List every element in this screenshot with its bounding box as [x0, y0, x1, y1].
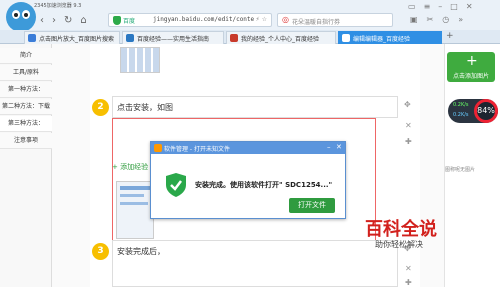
- preview-line: [120, 202, 148, 205]
- download-speed: 0.2K/s: [453, 112, 469, 118]
- maximize-icon[interactable]: □: [450, 2, 458, 11]
- search-input[interactable]: 花朵温暖自指行券: [292, 17, 340, 26]
- tab-label: 编辑编辑器_百度经验: [353, 36, 411, 43]
- dialog-minimize-icon[interactable]: –: [327, 143, 331, 151]
- memory-percent: 84%: [474, 99, 498, 123]
- delete-icon[interactable]: ✕: [405, 264, 412, 273]
- nav-item-method2[interactable]: 第二种方法：下载: [0, 99, 52, 115]
- step-image-preview[interactable]: [116, 181, 154, 239]
- nav-item-method3[interactable]: 第三种方法：: [0, 116, 52, 132]
- tool-icon-c[interactable]: ◷: [442, 15, 449, 24]
- tab-favicon: [342, 34, 350, 42]
- step-3-text[interactable]: 安装完成后，: [117, 246, 165, 257]
- tab-favicon: [28, 34, 36, 42]
- logo-eye-right: [22, 10, 30, 19]
- tab-favicon: [126, 34, 134, 42]
- speed-widget[interactable]: 0.2K/s 0.2K/s 84%: [448, 99, 498, 123]
- watermark-brand: 百科全说: [365, 219, 437, 240]
- app-title: 2345加速浏览器 9.3: [34, 3, 82, 9]
- search-box[interactable]: ◎ 花朵温暖自指行券: [277, 13, 393, 27]
- tab-strip: 点击图片放大_百度图片搜索 百度经验——实用生活指南 我的经验_个人中心_百度经…: [0, 30, 500, 44]
- tab-favicon: [230, 34, 238, 42]
- add-picture-label: 点击添加图片: [452, 73, 489, 80]
- page-margin-right: [420, 44, 444, 287]
- step-image-thumbnail[interactable]: [120, 47, 160, 73]
- new-tab-icon[interactable]: +: [446, 31, 454, 41]
- outline-nav: 简介 工具/原料 第一种方法： 第二种方法：下载 第三种方法： 注意事项: [0, 44, 52, 287]
- dialog-message: 安装完成。使用该软件打开" SDC1254...": [195, 181, 333, 189]
- software-manager-icon: [154, 144, 162, 152]
- success-shield-icon: [166, 173, 186, 197]
- home-icon[interactable]: ⌂: [80, 15, 86, 26]
- refresh-icon[interactable]: ↻: [64, 15, 72, 26]
- page-margin-left: [52, 44, 90, 287]
- add-picture-button[interactable]: + 点击添加图片: [447, 52, 495, 82]
- move-icon[interactable]: ✥: [404, 100, 411, 109]
- tab-my-jingyan[interactable]: 我的经验_个人中心_百度经验: [226, 31, 336, 44]
- watermark-slogan: 助你轻松解决: [375, 240, 423, 249]
- dialog-close-icon[interactable]: ✕: [336, 143, 342, 151]
- add-icon[interactable]: ✚: [405, 137, 412, 146]
- dialog-title: 软件管理 - 打开未知文件: [164, 146, 230, 153]
- toolbar-right: ▣ ✂ ◷ »: [410, 15, 463, 24]
- step-number: 3: [92, 243, 109, 260]
- picture-tip: 图称呢无图片: [445, 167, 476, 173]
- address-url[interactable]: jingyan.baidu.com/edit/conte: [153, 16, 254, 23]
- forward-icon[interactable]: ›: [52, 15, 56, 26]
- secure-shield-icon: [113, 16, 121, 25]
- step-2-text[interactable]: 点击安装，如图: [117, 102, 173, 113]
- address-bar[interactable]: 百度 jingyan.baidu.com/edit/conte ⚡ ☆: [108, 13, 272, 27]
- preview-line: [120, 194, 144, 197]
- rss-icon[interactable]: ⚡ ☆: [256, 16, 268, 23]
- browser-logo[interactable]: [6, 2, 36, 32]
- close-icon[interactable]: ✕: [466, 2, 473, 11]
- upload-speed: 0.2K/s: [453, 102, 469, 108]
- preview-bar: [120, 186, 150, 190]
- more-icon[interactable]: »: [458, 15, 463, 24]
- add-icon[interactable]: ✚: [405, 278, 412, 287]
- plus-icon: +: [466, 53, 478, 69]
- step-number: 2: [92, 99, 109, 116]
- tool-icon-b[interactable]: ✂: [427, 15, 434, 24]
- tab-image-search[interactable]: 点击图片放大_百度图片搜索: [24, 31, 120, 44]
- tab-label: 百度经验——实用生活指南: [137, 36, 210, 43]
- menu-icon[interactable]: ≡: [424, 2, 431, 11]
- tab-label: 点击图片放大_百度图片搜索: [39, 36, 115, 43]
- open-file-dialog: 软件管理 - 打开未知文件 – ✕ 安装完成。使用该软件打开" SDC1254.…: [150, 141, 346, 219]
- tool-icon-a[interactable]: ▣: [410, 15, 418, 24]
- open-file-button[interactable]: 打开文件: [289, 198, 335, 213]
- dialog-header: 软件管理 - 打开未知文件 – ✕: [151, 142, 345, 154]
- delete-icon[interactable]: ✕: [405, 121, 412, 130]
- logo-eye-left: [12, 10, 20, 19]
- search-engine-icon[interactable]: ◎: [282, 15, 289, 24]
- address-site-label: 百度: [123, 18, 136, 25]
- minimize-icon[interactable]: –: [438, 2, 442, 11]
- skin-icon[interactable]: ▭: [408, 2, 416, 11]
- back-icon[interactable]: ‹: [40, 15, 44, 26]
- window-controls: ▭ ≡ – □ ✕: [408, 2, 473, 11]
- nav-buttons: ‹ › ↻ ⌂: [40, 13, 87, 27]
- tab-label: 我的经验_个人中心_百度经验: [241, 36, 320, 43]
- tab-editor[interactable]: 编辑编辑器_百度经验: [338, 31, 442, 44]
- nav-item-method1[interactable]: 第一种方法：: [0, 82, 52, 98]
- tab-baidu-jingyan[interactable]: 百度经验——实用生活指南: [122, 31, 224, 44]
- nav-item-notes[interactable]: 注意事项: [0, 133, 52, 149]
- add-link[interactable]: + 添加经验: [112, 162, 148, 172]
- nav-item-intro[interactable]: 简介: [0, 48, 52, 64]
- nav-item-tools[interactable]: 工具/原料: [0, 65, 52, 81]
